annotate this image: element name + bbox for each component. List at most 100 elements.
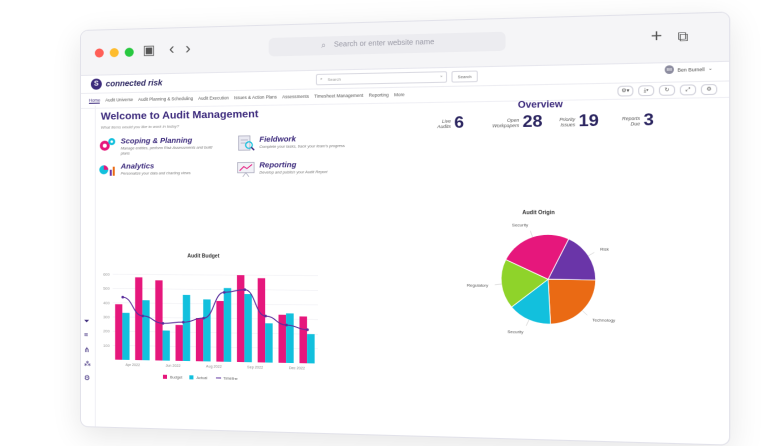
dashboard: Welcome to Audit Management What Items w…: [99, 96, 720, 444]
sidebar-toggle-icon[interactable]: ▣: [143, 42, 155, 58]
hierarchy-icon[interactable]: ⋔: [84, 346, 90, 354]
avatar: BB: [665, 65, 674, 74]
download-dropdown-icon[interactable]: ⤓▾: [638, 85, 654, 96]
y-tick-label: 600: [103, 272, 110, 277]
tab-audit-universe[interactable]: Audit Universe: [105, 97, 133, 104]
pie-label: Risk: [600, 246, 609, 251]
bar-actual: [163, 330, 170, 360]
x-tick-label: Apr 2022: [125, 363, 140, 367]
bar-actual: [224, 288, 231, 362]
refresh-icon[interactable]: ↻: [659, 85, 675, 96]
new-tab-icon[interactable]: +: [651, 25, 663, 47]
x-tick-label: Sep 2022: [247, 365, 263, 369]
logo-text: connected risk: [106, 78, 163, 88]
bar-actual: [244, 294, 251, 362]
back-icon[interactable]: ‹: [169, 40, 174, 58]
bar-actual: [286, 313, 294, 363]
audit-origin-chart: RiskTechnologySecurityRegulatorySecurity: [459, 220, 651, 350]
pie-label-leader: [588, 252, 594, 255]
legend-swatch-actual: [189, 375, 193, 379]
sort-icon[interactable]: ≡: [84, 332, 88, 339]
y-tick-label: 300: [103, 314, 110, 319]
presentation-board-icon: [237, 160, 256, 177]
address-placeholder: Search or enter website name: [334, 34, 434, 55]
logo-mark-icon: S: [91, 79, 102, 90]
tab-issues-action-plans[interactable]: Issues & Action Plans: [234, 94, 277, 101]
timeline-point: [223, 291, 226, 294]
card-reporting[interactable]: Reporting Develop and publish your Audit…: [237, 159, 363, 160]
tab-audit-execution[interactable]: Audit Execution: [198, 95, 229, 102]
expand-icon[interactable]: ⤢: [680, 84, 696, 95]
card-analytics[interactable]: Analytics Personalize your data and char…: [99, 161, 220, 162]
legend-swatch-budget: [163, 375, 167, 379]
tab-audit-planning[interactable]: Audit Planning & Scheduling: [138, 96, 193, 103]
minimize-window-button[interactable]: [110, 48, 119, 57]
bar-actual: [122, 313, 129, 360]
clear-search-icon[interactable]: ×: [440, 73, 443, 78]
y-tick-label: 100: [103, 343, 110, 348]
bar-actual: [203, 299, 210, 361]
address-bar[interactable]: ⌕ Search or enter website name: [269, 32, 506, 57]
gear-icon[interactable]: ⚙: [701, 84, 717, 95]
filter-icon[interactable]: ⏷: [84, 318, 90, 326]
tab-timesheet-management[interactable]: Timesheet Management: [314, 93, 363, 100]
card-title: Analytics: [121, 161, 154, 170]
tab-home[interactable]: Home: [89, 98, 100, 104]
card-title: Fieldwork: [259, 134, 296, 144]
pie-label-leader: [530, 231, 532, 237]
card-fieldwork[interactable]: Fieldwork Complete your tasks, track you…: [237, 133, 363, 135]
maximize-window-button[interactable]: [125, 48, 134, 57]
kpi-reports-due[interactable]: ReportsDue 3: [622, 111, 654, 131]
card-description: Personalize your data and charting views: [121, 171, 220, 177]
network-icon[interactable]: ⁂: [84, 360, 91, 368]
app-search-input[interactable]: ⌕ Search ×: [316, 71, 447, 85]
pie-slice-technology: [548, 279, 596, 324]
timeline-line: [123, 289, 308, 330]
bar-budget: [299, 316, 307, 363]
bar-budget: [176, 325, 183, 361]
kpi-value: 3: [644, 111, 654, 131]
kpi-value: 19: [579, 112, 599, 132]
pie-label-leader: [582, 311, 587, 316]
kpi-value: 28: [523, 113, 543, 132]
search-button[interactable]: Search: [451, 70, 477, 82]
kpi-live-audits[interactable]: LiveAudits 6: [437, 114, 464, 133]
magnifier-document-icon: [237, 135, 256, 152]
x-tick-label: Jun 2022: [166, 364, 181, 368]
tab-assessments[interactable]: Assessments: [282, 94, 309, 101]
bar-budget: [196, 318, 203, 361]
page-subtitle: What Items would you like to work in tod…: [101, 124, 179, 130]
card-title: Reporting: [259, 160, 296, 170]
kpi-label: PriorityIssues: [559, 116, 575, 128]
kpi-open-workpapers[interactable]: OpenWorkpapers 28: [492, 113, 542, 133]
close-window-button[interactable]: [95, 48, 104, 57]
bar-budget: [279, 315, 287, 363]
tab-reporting[interactable]: Reporting: [369, 92, 389, 99]
tabs-overview-icon[interactable]: ⧉: [677, 28, 688, 46]
timeline-point: [243, 288, 246, 291]
brand-logo[interactable]: S connected risk: [91, 77, 163, 90]
browser-window-wrapper: ▣ ‹ › ⌕ Search or enter website name + ⧉…: [80, 12, 728, 444]
card-scoping-planning[interactable]: Scoping & Planning Manage entities, perf…: [99, 135, 220, 137]
overview-title: Overview: [518, 99, 563, 110]
card-title: Scoping & Planning: [121, 136, 193, 146]
product-mockup: ▣ ‹ › ⌕ Search or enter website name + ⧉…: [0, 0, 768, 441]
gear-icon[interactable]: ⚙: [84, 374, 90, 382]
bar-budget: [115, 304, 122, 360]
kpi-label: OpenWorkpapers: [492, 117, 519, 129]
tab-more[interactable]: More: [394, 92, 405, 98]
user-menu[interactable]: BB Ben Burnell ⌄: [665, 64, 713, 74]
bar-budget: [216, 301, 223, 362]
x-tick-label: Dec 2022: [289, 366, 305, 370]
legend-label-budget: Budget: [170, 375, 183, 379]
browser-window: ▣ ‹ › ⌕ Search or enter website name + ⧉…: [80, 12, 730, 446]
kpi-priority-issues[interactable]: PriorityIssues 19: [559, 112, 599, 132]
forward-icon[interactable]: ›: [185, 40, 190, 58]
settings-dropdown-icon[interactable]: ⚙▾: [617, 86, 633, 97]
timeline-point: [121, 296, 124, 299]
analytics-icon: [99, 162, 117, 178]
gridline: [113, 274, 318, 275]
bar-actual: [183, 295, 190, 361]
page-title: Welcome to Audit Management: [101, 108, 259, 123]
search-icon: ⌕: [321, 36, 326, 55]
